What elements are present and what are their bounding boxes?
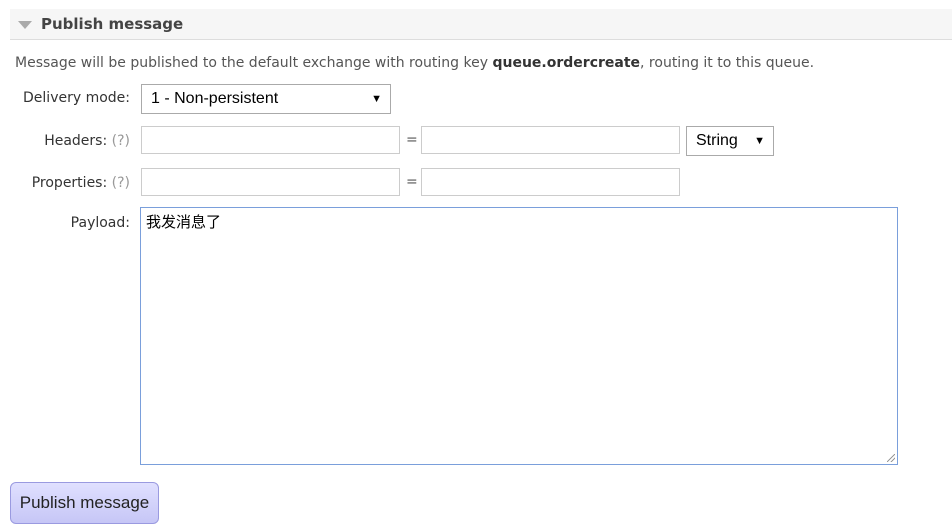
payload-textarea[interactable]: 我发消息了: [140, 207, 898, 465]
headers-label: Headers: (?): [14, 133, 130, 149]
description-prefix: Message will be published to the default…: [15, 55, 493, 71]
section-header[interactable]: Publish message: [10, 9, 952, 40]
dropdown-arrow-icon: ▼: [754, 135, 765, 147]
properties-label-text: Properties:: [31, 175, 108, 191]
resize-grip-icon[interactable]: [887, 454, 895, 462]
headers-help-link[interactable]: (?): [112, 133, 130, 149]
property-equals: =: [406, 174, 418, 190]
property-key-input[interactable]: [141, 168, 400, 196]
description: Message will be published to the default…: [15, 55, 814, 71]
headers-label-text: Headers:: [44, 133, 108, 149]
payload-text: 我发消息了: [146, 213, 222, 231]
delivery-mode-value: 1 - Non-persistent: [151, 90, 279, 107]
payload-label: Payload:: [70, 215, 130, 231]
property-value-input[interactable]: [421, 168, 680, 196]
section-title: Publish message: [41, 15, 184, 33]
delivery-mode-select[interactable]: 1 - Non-persistent ▼: [141, 84, 391, 114]
header-type-select[interactable]: String ▼: [686, 126, 774, 156]
description-suffix: , routing it to this queue.: [640, 55, 815, 71]
properties-help-link[interactable]: (?): [112, 175, 130, 191]
publish-message-button[interactable]: Publish message: [10, 482, 159, 524]
properties-label: Properties: (?): [14, 175, 130, 191]
routing-key: queue.ordercreate: [492, 55, 641, 71]
header-value-input[interactable]: [421, 126, 680, 154]
delivery-mode-label: Delivery mode:: [23, 90, 130, 106]
dropdown-arrow-icon: ▼: [371, 93, 382, 105]
header-type-value: String: [696, 132, 738, 149]
header-key-input[interactable]: [141, 126, 400, 154]
collapse-triangle-icon[interactable]: [18, 21, 32, 29]
header-equals: =: [406, 132, 418, 148]
